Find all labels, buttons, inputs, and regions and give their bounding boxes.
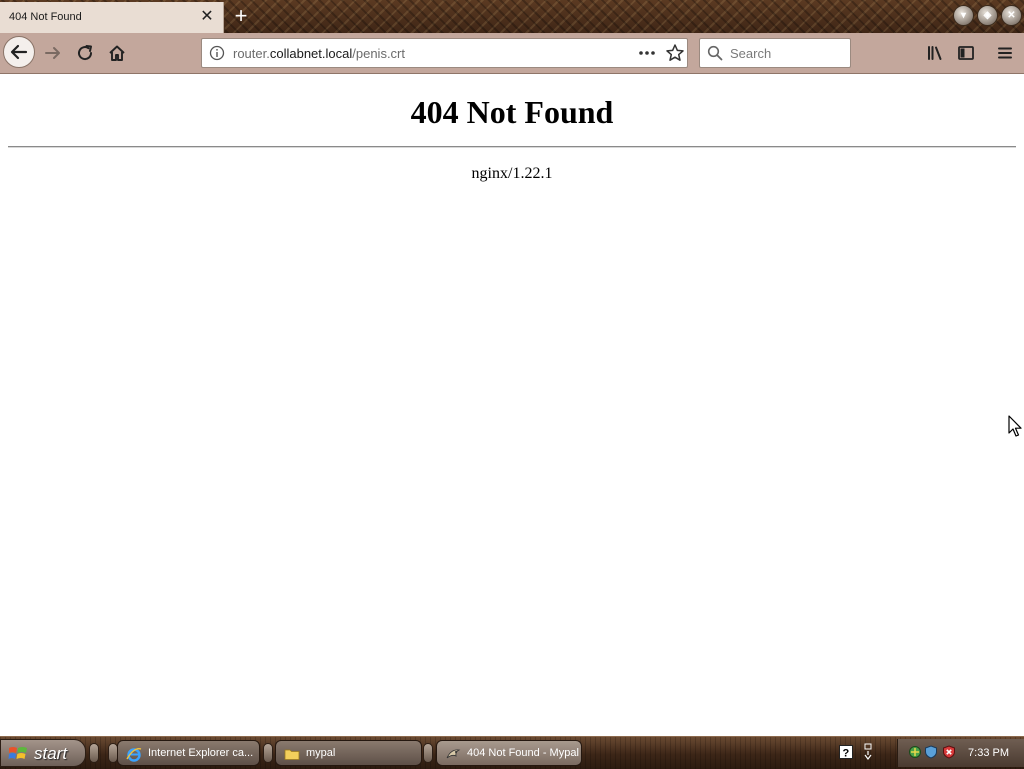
bookmark-star-icon[interactable]: [664, 43, 686, 63]
info-icon[interactable]: [209, 45, 225, 61]
page-actions-icon[interactable]: [636, 43, 658, 63]
new-tab-button[interactable]: +: [229, 4, 253, 28]
system-tray: 7:33 PM: [897, 739, 1024, 767]
reload-button[interactable]: [70, 38, 100, 68]
mypal-browser-icon: [446, 749, 461, 759]
home-button[interactable]: [102, 38, 132, 68]
taskbar-grip[interactable]: [263, 743, 273, 763]
start-button[interactable]: start: [0, 739, 86, 767]
tab-404-not-found[interactable]: 404 Not Found ✕: [0, 2, 224, 33]
page-content: 404 Not Found nginx/1.22.1: [0, 74, 1024, 736]
divider: [8, 146, 1016, 148]
task-internet-explorer[interactable]: Internet Explorer ca...: [117, 740, 260, 766]
library-button[interactable]: [920, 38, 950, 68]
forward-arrow-icon: [45, 47, 60, 59]
task-mypal-browser[interactable]: 404 Not Found - Mypal: [436, 740, 582, 766]
forward-button[interactable]: [38, 38, 68, 68]
close-tab-icon[interactable]: ✕: [198, 8, 216, 26]
svg-text:?: ?: [843, 748, 850, 760]
window-close-button[interactable]: ✕: [1001, 5, 1022, 26]
url-path: /penis.crt: [352, 46, 405, 61]
maximize-button[interactable]: ◈: [977, 5, 998, 26]
network-status-icon[interactable]: [862, 743, 874, 761]
taskbar: start Internet Explorer ca... mypal 404 …: [0, 736, 1024, 769]
back-button[interactable]: [3, 36, 35, 68]
reload-icon: [78, 45, 93, 61]
address-bar[interactable]: router.collabnet.local/penis.crt: [201, 38, 688, 68]
security-alert-icon[interactable]: [942, 745, 956, 759]
task-label: 404 Not Found - Mypal: [467, 747, 579, 759]
help-icon[interactable]: ?: [839, 745, 853, 759]
window-controls: ▾ ◈ ✕: [953, 5, 1022, 27]
search-input[interactable]: [730, 44, 842, 62]
back-arrow-icon: [10, 44, 28, 60]
task-label: mypal: [306, 747, 336, 759]
url-text[interactable]: router.collabnet.local/penis.crt: [233, 46, 405, 61]
url-prefix: router.: [233, 46, 270, 61]
taskbar-grip[interactable]: [423, 743, 433, 763]
plus-icon: +: [234, 3, 248, 28]
menu-button[interactable]: [990, 38, 1020, 68]
page-heading: 404 Not Found: [410, 94, 614, 130]
hamburger-menu-icon: [998, 47, 1012, 59]
sidebar-icon: [958, 46, 974, 60]
tab-title: 404 Not Found: [9, 11, 82, 23]
clock[interactable]: 7:33 PM: [968, 747, 1009, 759]
search-icon: [707, 45, 723, 61]
windows-logo-icon: [8, 747, 27, 759]
tray-shield-icon[interactable]: [924, 745, 938, 759]
internet-explorer-icon: [126, 748, 142, 762]
library-icon: [928, 46, 942, 60]
minimize-button[interactable]: ▾: [953, 5, 974, 26]
sidebar-button[interactable]: [951, 38, 981, 68]
start-label: start: [34, 744, 68, 763]
url-domain: collabnet.local: [269, 46, 353, 61]
tray-app-icon[interactable]: [908, 745, 922, 759]
mouse-cursor-icon: [1008, 415, 1022, 437]
folder-icon: [284, 749, 300, 760]
home-icon: [109, 45, 125, 61]
tab-strip: 404 Not Found ✕ + ▾ ◈ ✕: [0, 0, 1024, 33]
navigation-toolbar: router.collabnet.local/penis.crt: [0, 33, 1024, 74]
task-mypal-folder[interactable]: mypal: [275, 740, 422, 766]
task-label: Internet Explorer ca...: [148, 747, 254, 759]
search-bar[interactable]: [699, 38, 851, 68]
quick-launch-handle[interactable]: [89, 743, 99, 763]
server-signature: nginx/1.22.1: [471, 165, 553, 182]
